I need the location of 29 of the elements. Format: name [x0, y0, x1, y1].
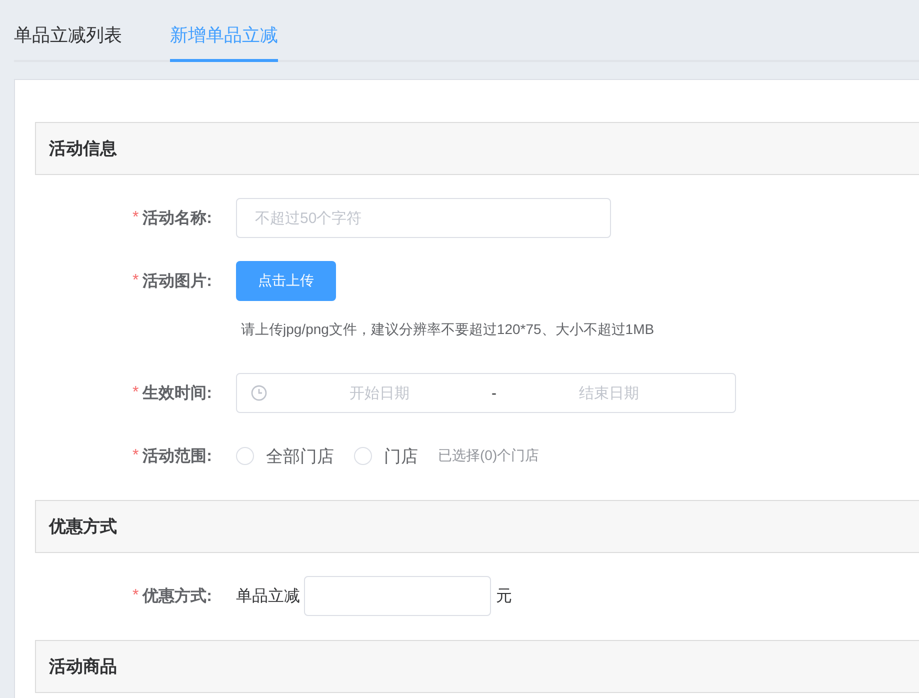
- required-mark: *: [132, 587, 139, 605]
- section-header: 活动信息: [35, 122, 919, 175]
- field-label: 活动范围:: [142, 446, 212, 466]
- selected-count: 已选择(0)个门店: [438, 447, 540, 465]
- amount-prefix: 单品立减: [236, 586, 300, 606]
- clock-icon: [251, 385, 267, 401]
- radio-label[interactable]: 门店: [384, 444, 418, 468]
- amount-input[interactable]: [304, 576, 491, 616]
- date-range-field[interactable]: 开始日期 - 结束日期: [236, 373, 736, 413]
- radio-label[interactable]: 全部门店: [266, 444, 334, 468]
- field-label: 活动图片:: [142, 272, 212, 292]
- required-mark: *: [132, 272, 139, 290]
- end-date-placeholder: 结束日期: [578, 384, 640, 402]
- field-label: 优惠方式:: [142, 586, 212, 606]
- text-input[interactable]: 不超过50个字符: [236, 198, 611, 238]
- required-mark: *: [132, 447, 139, 465]
- upload-hint: 请上传jpg/png文件，建议分辨率不要超过120*75、大小不超过1MB: [241, 321, 654, 339]
- amount-unit: 元: [496, 586, 512, 606]
- start-date-placeholder: 开始日期: [348, 384, 410, 402]
- section-header: 活动商品: [35, 640, 919, 693]
- required-mark: *: [132, 384, 139, 402]
- radio-button[interactable]: [354, 447, 372, 465]
- section-header: 优惠方式: [35, 500, 919, 553]
- field-label: 活动名称:: [142, 208, 212, 228]
- field-label: 生效时间:: [142, 384, 212, 404]
- tab[interactable]: 单品立减列表: [14, 23, 122, 62]
- required-mark: *: [132, 209, 139, 227]
- range-separator: -: [492, 384, 496, 402]
- radio-button[interactable]: [236, 447, 254, 465]
